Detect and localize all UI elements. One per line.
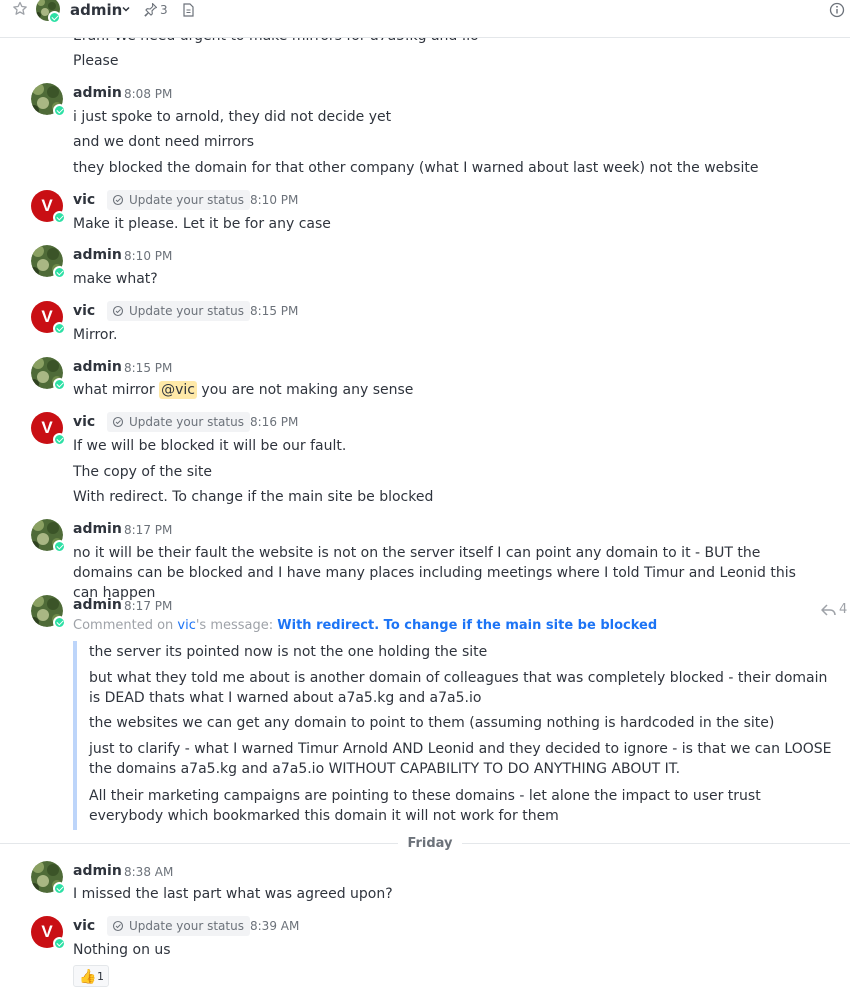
reaction-button[interactable]: 👍 1 [73, 965, 109, 987]
pinned-count[interactable]: 3 [160, 3, 168, 18]
online-status-icon [53, 104, 66, 117]
user-mention[interactable]: @vic [159, 381, 197, 399]
commented-user-link[interactable]: vic [177, 618, 195, 633]
status-icon [112, 416, 124, 428]
status-icon [112, 194, 124, 206]
avatar[interactable] [31, 83, 66, 117]
update-status-button[interactable]: Update your status [107, 916, 250, 936]
message-line: i just spoke to arnold, they did not dec… [73, 109, 392, 125]
thread-context: Commented on vic's message: With redirec… [73, 617, 657, 635]
message-line: The copy of the site [73, 464, 213, 480]
username[interactable]: admin [73, 246, 122, 264]
timestamp[interactable]: 8:17 PM [124, 521, 172, 539]
avatar[interactable] [31, 357, 66, 391]
room-header: admin 3 [0, 0, 850, 38]
message-line: With redirect. To change if the main sit… [73, 489, 434, 505]
room-avatar[interactable] [35, 0, 61, 24]
thread-line: the websites we can get any domain to po… [89, 715, 775, 731]
message-text: you are not making any sense [196, 382, 414, 398]
thread-line: but what they told me about is another d… [89, 670, 828, 706]
info-icon[interactable] [829, 2, 845, 18]
avatar[interactable] [31, 245, 66, 279]
update-status-button[interactable]: Update your status [107, 412, 250, 432]
message-line: and we dont need mirrors [73, 134, 255, 150]
timestamp[interactable]: 8:38 AM [124, 863, 173, 881]
timestamp[interactable]: 8:16 PM [250, 413, 298, 431]
avatar[interactable] [31, 595, 66, 629]
status-label: Update your status [129, 919, 244, 933]
star-icon[interactable] [11, 1, 29, 19]
thread-parent-link[interactable]: With redirect. To change if the main sit… [277, 618, 657, 633]
message-line: Please [73, 53, 119, 69]
message-text: what mirror [73, 382, 160, 398]
update-status-button[interactable]: Update your status [107, 301, 250, 321]
status-label: Update your status [129, 415, 244, 429]
commented-prefix: Commented on [73, 618, 178, 633]
reply-count: 4 [839, 602, 848, 617]
status-icon [112, 920, 124, 932]
thread-line: the server its pointed now is not the on… [89, 644, 488, 660]
pin-icon[interactable] [144, 2, 158, 18]
username[interactable]: admin [73, 84, 122, 102]
online-status-icon [53, 540, 66, 553]
username[interactable]: admin [73, 520, 122, 538]
username[interactable]: admin [73, 596, 122, 614]
online-status-icon [53, 378, 66, 391]
thread-line: just to clarify - what I warned Timur Ar… [89, 741, 832, 777]
timestamp[interactable]: 8:39 AM [250, 917, 299, 935]
thread-line: All their marketing campaigns are pointi… [89, 788, 761, 824]
avatar[interactable]: V [31, 301, 66, 335]
thread-replies-button[interactable]: 4 [820, 601, 848, 619]
update-status-button[interactable]: Update your status [107, 190, 250, 210]
reaction-count: 1 [97, 970, 104, 983]
username[interactable]: admin [73, 862, 122, 880]
avatar[interactable] [31, 519, 66, 553]
status-icon [112, 305, 124, 317]
status-label: Update your status [129, 193, 244, 207]
quote-bar [73, 641, 77, 830]
reply-icon [821, 604, 836, 616]
message-line: what mirror @vic you are not making any … [73, 380, 413, 400]
message-line: Make it please. Let it be for any case [73, 216, 331, 232]
timestamp[interactable]: 8:10 PM [124, 247, 172, 265]
online-status-icon [53, 937, 66, 950]
commented-mid: 's message: [195, 618, 278, 633]
message-line: no it will be their fault the website is… [73, 545, 796, 601]
room-title[interactable]: admin [70, 0, 122, 20]
username[interactable]: vic [73, 302, 95, 320]
online-status-icon [53, 433, 66, 446]
message-line: they blocked the domain for that other c… [73, 160, 759, 176]
timestamp[interactable]: 8:15 PM [250, 302, 298, 320]
message-line: I missed the last part what was agreed u… [73, 886, 393, 902]
avatar[interactable]: V [31, 412, 66, 446]
avatar[interactable]: V [31, 190, 66, 224]
message-line: Mirror. [73, 327, 118, 343]
avatar[interactable] [31, 861, 66, 895]
username[interactable]: vic [73, 917, 95, 935]
message-line: make what? [73, 271, 158, 287]
message-line: Nothing on us [73, 942, 171, 958]
username[interactable]: vic [73, 191, 95, 209]
timestamp[interactable]: 8:10 PM [250, 191, 298, 209]
online-status-icon [53, 211, 66, 224]
online-status-icon [53, 616, 66, 629]
timestamp[interactable]: 8:08 PM [124, 85, 172, 103]
online-status-icon [53, 322, 66, 335]
username[interactable]: vic [73, 413, 95, 431]
online-status-icon [53, 266, 66, 279]
timestamp[interactable]: 8:15 PM [124, 359, 172, 377]
status-label: Update your status [129, 304, 244, 318]
document-icon[interactable] [182, 2, 195, 18]
online-status-icon [48, 11, 61, 24]
avatar[interactable]: V [31, 916, 66, 950]
chevron-down-icon[interactable] [121, 3, 131, 15]
online-status-icon [53, 882, 66, 895]
thumbs-up-icon: 👍 [79, 969, 97, 985]
timestamp[interactable]: 8:17 PM [124, 597, 172, 615]
day-divider-label: Friday [398, 834, 462, 854]
message-line: If we will be blocked it will be our fau… [73, 438, 347, 454]
username[interactable]: admin [73, 358, 122, 376]
